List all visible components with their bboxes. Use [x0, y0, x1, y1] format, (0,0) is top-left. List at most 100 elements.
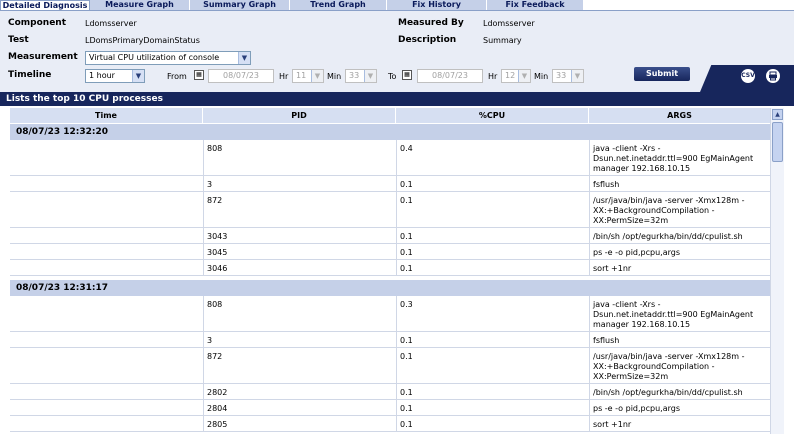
column-header-args[interactable]: ARGS	[589, 108, 770, 123]
to-min-select[interactable]: 33 ▼	[552, 69, 584, 83]
args-line: /usr/java/bin/java -server -Xmx128m -	[593, 196, 745, 205]
pid-cell: 3	[207, 180, 213, 189]
pid-cell: 3045	[207, 248, 228, 257]
scrollbar-thumb[interactable]	[772, 122, 783, 162]
group-header-time: 08/07/23 12:32:20	[10, 124, 770, 140]
description-value: Summary	[483, 36, 522, 45]
measurement-select-value: Virtual CPU utilization of console	[89, 53, 220, 62]
from-hr-select[interactable]: 11 ▼	[292, 69, 324, 83]
args-cell: fsflush	[593, 336, 619, 346]
column-divider	[396, 400, 397, 416]
to-label: To	[388, 72, 397, 81]
args-cell: /bin/sh /opt/egurkha/bin/dd/cpulist.sh	[593, 388, 743, 398]
cpu-cell: 0.1	[400, 336, 413, 345]
args-line: Dsun.net.inetaddr.ttl=900 EgMainAgent	[593, 154, 754, 163]
table-row: 3 0.1 fsflush	[10, 176, 770, 192]
cpu-cell: 0.1	[400, 232, 413, 241]
args-cell: ps -e -o pid,pcpu,args	[593, 404, 680, 414]
from-min-label: Min	[327, 72, 342, 81]
pid-cell: 808	[207, 144, 223, 153]
timeline-select[interactable]: 1 hour ▼	[85, 69, 145, 83]
column-divider	[203, 400, 204, 416]
csv-export-icon[interactable]: CSV	[741, 69, 755, 83]
column-divider	[589, 228, 590, 244]
args-line: sort +1nr	[593, 420, 632, 429]
column-header-time[interactable]: Time	[10, 108, 203, 123]
measured-by-label: Measured By	[398, 18, 464, 28]
tab-trend-graph[interactable]: Trend Graph	[290, 0, 387, 10]
args-line: ps -e -o pid,pcpu,args	[593, 248, 680, 257]
pid-cell: 872	[207, 196, 223, 205]
column-divider	[203, 140, 204, 176]
args-line: java -client -Xrs -	[593, 144, 661, 153]
pid-cell: 3	[207, 336, 213, 345]
component-value: Ldomsserver	[85, 19, 137, 28]
to-hr-label: Hr	[488, 72, 498, 81]
column-divider	[589, 348, 590, 384]
tab-fix-feedback[interactable]: Fix Feedback	[487, 0, 584, 10]
cpu-cell: 0.4	[400, 144, 413, 153]
table-row: 2804 0.1 ps -e -o pid,pcpu,args	[10, 400, 770, 416]
from-hr-label: Hr	[279, 72, 289, 81]
args-cell: /usr/java/bin/java -server -Xmx128m - XX:…	[593, 196, 745, 226]
column-divider	[589, 296, 590, 332]
column-divider	[589, 244, 590, 260]
cpu-cell: 0.1	[400, 420, 413, 429]
cpu-cell: 0.3	[400, 300, 413, 309]
tab-summary-graph[interactable]: Summary Graph	[190, 0, 290, 10]
column-divider	[203, 416, 204, 432]
args-cell: java -client -Xrs - Dsun.net.inetaddr.ttl…	[593, 144, 753, 174]
table-row: 3045 0.1 ps -e -o pid,pcpu,args	[10, 244, 770, 260]
tab-fix-history[interactable]: Fix History	[387, 0, 487, 10]
scroll-up-icon[interactable]: ▲	[772, 109, 783, 120]
from-hr-value: 11	[296, 71, 307, 80]
args-line: /bin/sh /opt/egurkha/bin/dd/cpulist.sh	[593, 232, 743, 241]
args-cell: ps -e -o pid,pcpu,args	[593, 248, 680, 258]
column-header-pid[interactable]: PID	[203, 108, 396, 123]
args-line: Dsun.net.inetaddr.ttl=900 EgMainAgent	[593, 310, 754, 319]
submit-button[interactable]: Submit	[634, 67, 690, 81]
component-label: Component	[8, 18, 67, 28]
column-divider	[396, 176, 397, 192]
print-icon[interactable]	[766, 69, 780, 83]
column-divider	[203, 192, 204, 228]
table-row: 872 0.1/usr/java/bin/java -server -Xmx128…	[10, 192, 770, 228]
test-label: Test	[8, 35, 29, 45]
args-cell: sort +1nr	[593, 420, 631, 430]
column-divider	[396, 244, 397, 260]
to-hr-value: 12	[505, 71, 516, 80]
cpu-cell: 0.1	[400, 196, 413, 205]
column-divider	[396, 140, 397, 176]
column-divider	[203, 384, 204, 400]
description-label: Description	[398, 35, 457, 45]
args-line: /bin/sh /opt/egurkha/bin/dd/cpulist.sh	[593, 388, 743, 397]
calendar-icon[interactable]: ▦	[402, 70, 412, 80]
cpu-cell: 0.1	[400, 248, 413, 257]
column-divider	[589, 176, 590, 192]
column-divider	[589, 192, 590, 228]
pid-cell: 3043	[207, 232, 228, 241]
to-date-field[interactable]: 08/07/23	[417, 69, 483, 83]
to-min-value: 33	[556, 71, 567, 80]
from-date-field[interactable]: 08/07/23	[208, 69, 274, 83]
column-divider	[396, 192, 397, 228]
to-hr-select[interactable]: 12 ▼	[501, 69, 531, 83]
vertical-scrollbar[interactable]: ▲	[770, 108, 784, 434]
from-min-select[interactable]: 33 ▼	[345, 69, 377, 83]
cpu-cell: 0.1	[400, 264, 413, 273]
column-divider	[589, 140, 590, 176]
args-cell: /bin/sh /opt/egurkha/bin/dd/cpulist.sh	[593, 232, 743, 242]
tab-detailed-diagnosis[interactable]: Detailed Diagnosis	[0, 0, 90, 10]
args-line: fsflush	[593, 336, 620, 345]
pid-cell: 2804	[207, 404, 228, 413]
measurement-select[interactable]: Virtual CPU utilization of console ▼	[85, 51, 251, 65]
cpu-cell: 0.1	[400, 388, 413, 397]
args-line: manager 192.168.10.15	[593, 164, 691, 173]
tab-measure-graph[interactable]: Measure Graph	[90, 0, 190, 10]
column-divider	[203, 348, 204, 384]
column-header-cpu[interactable]: %CPU	[396, 108, 589, 123]
column-divider	[589, 416, 590, 432]
calendar-icon[interactable]: ▦	[194, 70, 204, 80]
args-cell: fsflush	[593, 180, 619, 190]
args-line: sort +1nr	[593, 264, 632, 273]
